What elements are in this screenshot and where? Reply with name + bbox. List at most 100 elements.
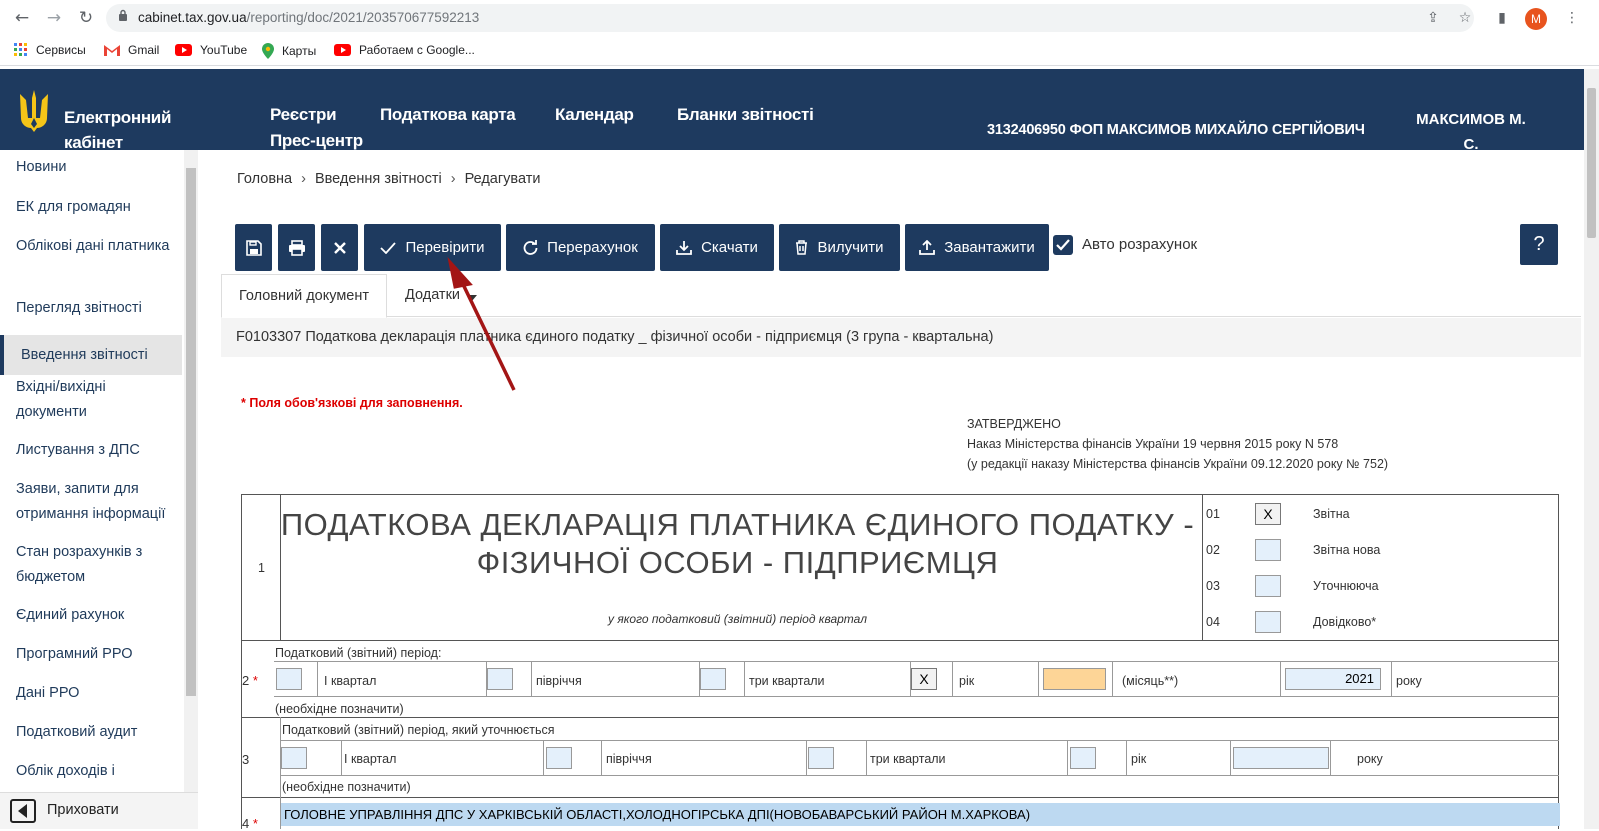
year-input[interactable]: 2021 (1285, 668, 1381, 690)
print-icon (288, 239, 305, 256)
profile-avatar[interactable]: M (1525, 8, 1547, 30)
menu-dots-icon[interactable]: ⋮ (1563, 9, 1581, 27)
close-button[interactable] (321, 224, 358, 271)
auto-calc-label[interactable]: Авто розрахунок (1082, 236, 1197, 253)
bookmark-label: Сервисы (36, 43, 86, 57)
nav-registries[interactable]: Реєстри (270, 105, 337, 125)
save-button[interactable] (235, 224, 272, 271)
sidebar-item-tax-audit[interactable]: Податковий аудит (16, 720, 176, 745)
forward-arrow-icon[interactable]: → (44, 8, 64, 28)
tax-authority-field[interactable]: ГОЛОВНЕ УПРАВЛІННЯ ДПС У ХАРКІВСЬКІЙ ОБЛ… (281, 803, 1560, 826)
period-q3-checkbox[interactable] (700, 668, 726, 690)
period-year-label: рік (959, 674, 975, 688)
nav-press-center[interactable]: Прес-центр (270, 131, 363, 151)
bookmark-maps[interactable]: Карты (262, 43, 316, 59)
star-icon[interactable]: ☆ (1456, 9, 1474, 27)
form-border (1067, 740, 1068, 775)
sidebar-item-budget-status[interactable]: Стан розрахунків з бюджетом (16, 540, 176, 590)
nav-report-forms[interactable]: Бланки звітності (677, 105, 814, 125)
recalculate-button[interactable]: Перерахунок (506, 224, 655, 271)
bookmark-gmail[interactable]: Gmail (104, 43, 159, 57)
print-button[interactable] (278, 224, 315, 271)
sidebar-item-rro-data[interactable]: Дані РРО (16, 681, 176, 706)
collapse-left-icon (10, 799, 36, 823)
period-year-checkbox[interactable]: X (911, 668, 937, 690)
bookmark-label: Карты (282, 44, 317, 58)
url-host: cabinet.tax.gov.ua (138, 10, 247, 25)
form-border (1126, 740, 1127, 775)
page-scrollbar-thumb[interactable] (1587, 88, 1596, 238)
bookmark-google-work[interactable]: Работаем с Google... (334, 43, 475, 57)
sidebar-item-income[interactable]: Облік доходів і (16, 759, 176, 784)
sidebar-item-requests[interactable]: Заяви, запити для отримання інформації (16, 477, 176, 527)
type-label: Звітна нова (1313, 543, 1381, 557)
period-q1-checkbox[interactable] (276, 668, 302, 690)
sidepanel-icon[interactable]: ▮ (1493, 9, 1511, 27)
check-label: Перевірити (405, 239, 485, 256)
clarified-half-year-label: півріччя (606, 752, 652, 766)
form-border (952, 661, 953, 696)
user-menu[interactable]: МАКСИМОВ М. С. (1408, 107, 1534, 157)
upload-button[interactable]: Завантажити (905, 224, 1049, 271)
tab-attachments[interactable]: Додатки (405, 287, 460, 303)
type-label: Уточнююча (1313, 579, 1379, 593)
type-new-reporting-checkbox[interactable] (1255, 539, 1281, 561)
tab-main-document[interactable]: Головний документ (221, 274, 387, 318)
browser-toolbar: ← → ↻ cabinet.tax.gov.ua/reporting/doc/2… (0, 0, 1599, 36)
sidebar-item-enter-reports[interactable]: Введення звітності (0, 335, 182, 375)
clarified-q3-checkbox[interactable] (808, 747, 834, 769)
trident-logo-icon[interactable] (16, 88, 52, 134)
sidebar-item-taxpayer-data[interactable]: Облікові дані платника (16, 234, 176, 259)
approved-heading: ЗАТВЕРДЖЕНО (967, 417, 1061, 431)
sidebar-item-single-account[interactable]: Єдиний рахунок (16, 603, 176, 628)
taxpayer-info: 3132406950 ФОП МАКСИМОВ МИХАЙЛО СЕРГІЙОВ… (987, 122, 1365, 138)
type-reporting-checkbox[interactable]: X (1255, 503, 1281, 525)
caret-down-icon[interactable] (467, 295, 477, 301)
month-input[interactable] (1043, 668, 1106, 690)
type-reference-checkbox[interactable] (1255, 611, 1281, 633)
sidebar-item-view-reports[interactable]: Перегляд звітності (16, 296, 176, 321)
recalculate-label: Перерахунок (547, 239, 638, 256)
url-text[interactable]: cabinet.tax.gov.ua/reporting/doc/2021/20… (138, 10, 479, 25)
sidebar-item-news[interactable]: Новини (16, 155, 176, 180)
form-border (866, 740, 867, 775)
row-number: 3 (242, 752, 250, 767)
breadcrumb-home[interactable]: Головна (237, 171, 292, 187)
share-icon[interactable]: ⇪ (1424, 9, 1442, 27)
lock-icon (119, 9, 127, 21)
nav-tax-map[interactable]: Податкова карта (380, 105, 516, 125)
sidebar-item-software-rro[interactable]: Програмний РРО (16, 642, 176, 667)
auto-calc-checkbox[interactable] (1053, 235, 1073, 255)
sidebar-item-documents[interactable]: Вхідні/вихідні документи (16, 375, 176, 425)
breadcrumb-enter-reports[interactable]: Введення звітності (315, 171, 442, 187)
sidebar-item-correspondence[interactable]: Листування з ДПС (16, 438, 176, 463)
bookmarks-bar: Сервисы Gmail YouTube Карты Работаем с G… (0, 36, 1599, 66)
delete-button[interactable]: Вилучити (779, 224, 900, 271)
form-border (1038, 661, 1039, 696)
help-button[interactable]: ? (1520, 224, 1558, 265)
clarified-year-checkbox[interactable] (1070, 747, 1096, 769)
required-star: * (252, 673, 258, 688)
clarified-q1-checkbox[interactable] (281, 747, 307, 769)
required-mark-note: (необхідне позначити) (282, 780, 411, 794)
site-logo-text[interactable]: Електронний кабінет (64, 105, 184, 155)
period-half-year-checkbox[interactable] (487, 668, 513, 690)
reload-icon[interactable]: ↻ (76, 8, 96, 28)
type-label: Довідково* (1313, 615, 1377, 629)
maps-pin-icon (262, 43, 274, 59)
nav-calendar[interactable]: Календар (555, 105, 634, 125)
bookmark-youtube[interactable]: YouTube (175, 43, 247, 57)
form-border (341, 740, 342, 775)
download-icon (676, 241, 692, 255)
clarified-half-year-checkbox[interactable] (546, 747, 572, 769)
clarified-year-input[interactable] (1233, 747, 1329, 769)
hide-sidebar-button[interactable]: Приховати (0, 792, 198, 829)
form-border (317, 661, 318, 696)
sidebar-scrollbar-thumb[interactable] (186, 168, 196, 696)
download-button[interactable]: Скачати (660, 224, 774, 271)
check-button[interactable]: Перевірити (364, 224, 501, 271)
type-clarifying-checkbox[interactable] (1255, 575, 1281, 597)
back-arrow-icon[interactable]: ← (12, 8, 32, 28)
sidebar-item-citizens[interactable]: ЕК для громадян (16, 195, 176, 220)
bookmark-services[interactable]: Сервисы (14, 43, 86, 57)
